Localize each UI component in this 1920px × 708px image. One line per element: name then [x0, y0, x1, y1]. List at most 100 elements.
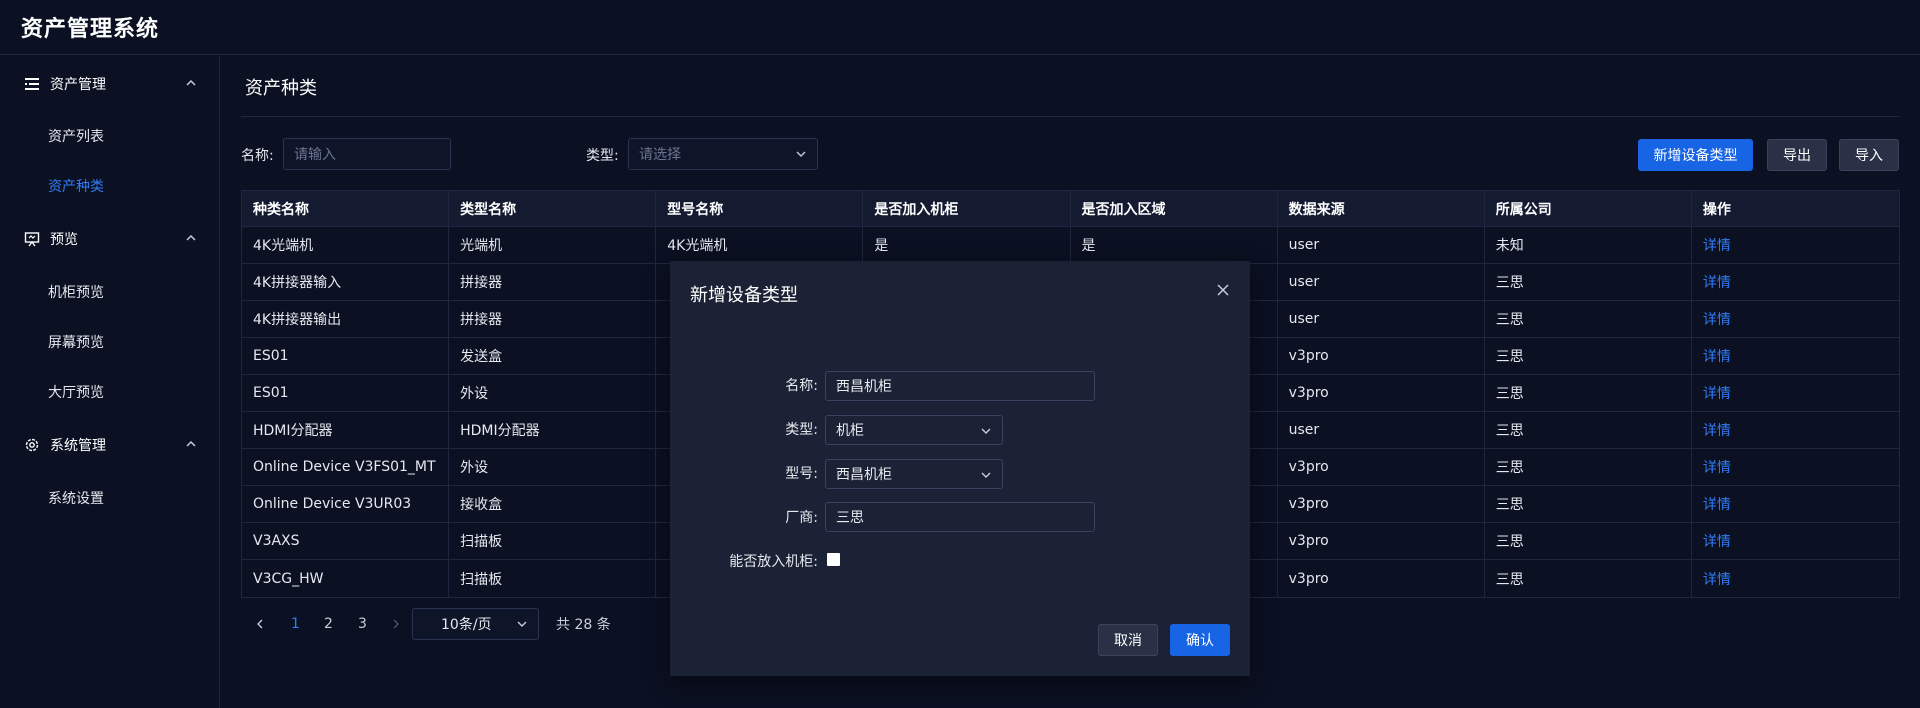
- chevron-down-icon: [981, 428, 991, 434]
- chevron-up-icon: [186, 79, 196, 86]
- modal-vendor-input[interactable]: 三思: [825, 502, 1095, 532]
- column-header: 操作: [1702, 201, 1731, 218]
- modal-type-label: 类型:: [785, 422, 818, 438]
- close-icon[interactable]: [1216, 283, 1230, 297]
- table-cell: 三思: [1485, 338, 1692, 374]
- page-title: 资产种类: [245, 78, 317, 99]
- sidebar-group-preview[interactable]: 预览: [0, 219, 220, 259]
- details-link[interactable]: 详情: [1703, 309, 1731, 329]
- details-link[interactable]: 详情: [1703, 494, 1731, 514]
- page-1[interactable]: 1: [291, 608, 300, 640]
- chevron-down-icon: [517, 621, 527, 627]
- confirm-button[interactable]: 确认: [1170, 624, 1230, 656]
- name-filter-label: 名称:: [241, 148, 274, 164]
- sidebar-item-system-settings[interactable]: 系统设置: [48, 480, 104, 516]
- sidebar-item-asset-list[interactable]: 资产列表: [48, 118, 104, 154]
- table-cell: 扫描板: [449, 523, 657, 559]
- sidebar-item-cabinet-preview[interactable]: 机柜预览: [48, 274, 104, 310]
- prev-page-icon[interactable]: [255, 608, 265, 640]
- details-link[interactable]: 详情: [1703, 457, 1731, 477]
- modal-name-label: 名称:: [785, 378, 818, 394]
- table-cell: V3AXS: [242, 523, 450, 559]
- column-header: 型号名称: [656, 191, 864, 226]
- chevron-up-icon: [186, 440, 196, 447]
- cancel-button[interactable]: 取消: [1098, 624, 1158, 656]
- modal-name-input[interactable]: 西昌机柜: [825, 371, 1095, 401]
- table-cell: 详情: [1692, 301, 1899, 337]
- add-device-type-modal: 新增设备类型 名称: 西昌机柜 类型: 机柜 型号: 西昌机柜 厂商: 三思 能…: [670, 261, 1250, 676]
- table-cell: Online Device V3UR03: [242, 486, 450, 522]
- details-link[interactable]: 详情: [1703, 383, 1731, 403]
- table-cell: 4K光端机: [656, 227, 864, 263]
- table-cell: 光端机: [449, 227, 657, 263]
- modal-model-label: 型号:: [785, 466, 818, 482]
- add-device-type-button[interactable]: 新增设备类型: [1638, 139, 1753, 171]
- modal-type-value: 机柜: [836, 423, 864, 439]
- table-header-row: 种类名称 类型名称 型号名称 是否加入机柜 是否加入区域 数据来源 所属公司 操作: [242, 191, 1899, 227]
- modal-model-value: 西昌机柜: [836, 467, 892, 483]
- column-header: 所属公司: [1485, 191, 1692, 226]
- modal-type-select[interactable]: 机柜: [825, 415, 1003, 445]
- sidebar-item-asset-types[interactable]: 资产种类: [48, 168, 104, 204]
- table-cell: 三思: [1485, 301, 1692, 337]
- sidebar-group-system-management[interactable]: 系统管理: [0, 425, 220, 465]
- table-cell: user: [1278, 412, 1485, 448]
- page-3[interactable]: 3: [358, 608, 367, 640]
- table-cell: 三思: [1485, 560, 1692, 597]
- table-cell: v3pro: [1278, 486, 1485, 522]
- table-cell: v3pro: [1278, 338, 1485, 374]
- sidebar-item-hall-preview[interactable]: 大厅预览: [48, 374, 104, 410]
- table-cell: 未知: [1485, 227, 1692, 263]
- table-cell: ES01: [242, 375, 450, 411]
- name-filter-input[interactable]: 请输入: [283, 138, 451, 170]
- page-2[interactable]: 2: [324, 608, 333, 640]
- column-header: 是否加入机柜: [863, 191, 1071, 226]
- sidebar-item-screen-preview[interactable]: 屏幕预览: [48, 324, 104, 360]
- table-cell: 4K拼接器输入: [242, 264, 450, 300]
- table-cell: 三思: [1485, 449, 1692, 485]
- table-cell: 详情: [1692, 338, 1899, 374]
- modal-cabinet-checkbox[interactable]: [827, 553, 840, 566]
- sidebar-group-asset-management[interactable]: 资产管理: [0, 64, 220, 104]
- table-cell: 三思: [1485, 375, 1692, 411]
- details-link[interactable]: 详情: [1703, 531, 1731, 551]
- list-icon: [24, 76, 40, 92]
- total-count: 共 28 条: [556, 617, 611, 633]
- table-cell: 三思: [1485, 412, 1692, 448]
- type-filter-select[interactable]: 请选择: [628, 138, 818, 170]
- details-link[interactable]: 详情: [1703, 235, 1731, 255]
- table-cell: v3pro: [1278, 560, 1485, 597]
- details-link[interactable]: 详情: [1703, 272, 1731, 292]
- modal-cabinet-label: 能否放入机柜:: [729, 554, 818, 570]
- table-cell: 发送盒: [449, 338, 657, 374]
- table-cell: user: [1278, 264, 1485, 300]
- details-link[interactable]: 详情: [1703, 569, 1731, 589]
- sidebar-group-label: 资产管理: [50, 77, 106, 93]
- column-header: 类型名称: [449, 191, 657, 226]
- next-page-icon[interactable]: [391, 608, 401, 640]
- page-size-select[interactable]: 10条/页: [412, 608, 539, 640]
- table-cell: 详情: [1692, 412, 1899, 448]
- type-filter-placeholder: 请选择: [639, 147, 681, 163]
- details-link[interactable]: 详情: [1703, 420, 1731, 440]
- modal-vendor-label: 厂商:: [785, 510, 818, 526]
- details-link[interactable]: 详情: [1703, 346, 1731, 366]
- table-cell: 详情: [1692, 264, 1899, 300]
- table-cell: 外设: [449, 375, 657, 411]
- table-cell: user: [1278, 301, 1485, 337]
- table-row: 4K光端机 光端机 4K光端机是是 user 未知 详情: [242, 227, 1899, 264]
- table-cell: V3CG_HW: [242, 560, 450, 597]
- name-filter-placeholder: 请输入: [294, 147, 336, 163]
- modal-title: 新增设备类型: [690, 285, 798, 306]
- modal-model-select[interactable]: 西昌机柜: [825, 459, 1003, 489]
- table-cell: 详情: [1692, 375, 1899, 411]
- export-button[interactable]: 导出: [1767, 139, 1827, 171]
- table-cell: 详情: [1692, 486, 1899, 522]
- sidebar: 资产管理 资产列表 资产种类 预览 机柜预览 屏幕预览 大厅预览 系统管理 系统…: [0, 56, 220, 708]
- divider: [241, 116, 1900, 117]
- table-cell: 详情: [1692, 449, 1899, 485]
- table-cell: ES01: [242, 338, 450, 374]
- page-size-value: 10条/页: [441, 617, 492, 633]
- import-button[interactable]: 导入: [1839, 139, 1899, 171]
- presentation-icon: [24, 231, 40, 247]
